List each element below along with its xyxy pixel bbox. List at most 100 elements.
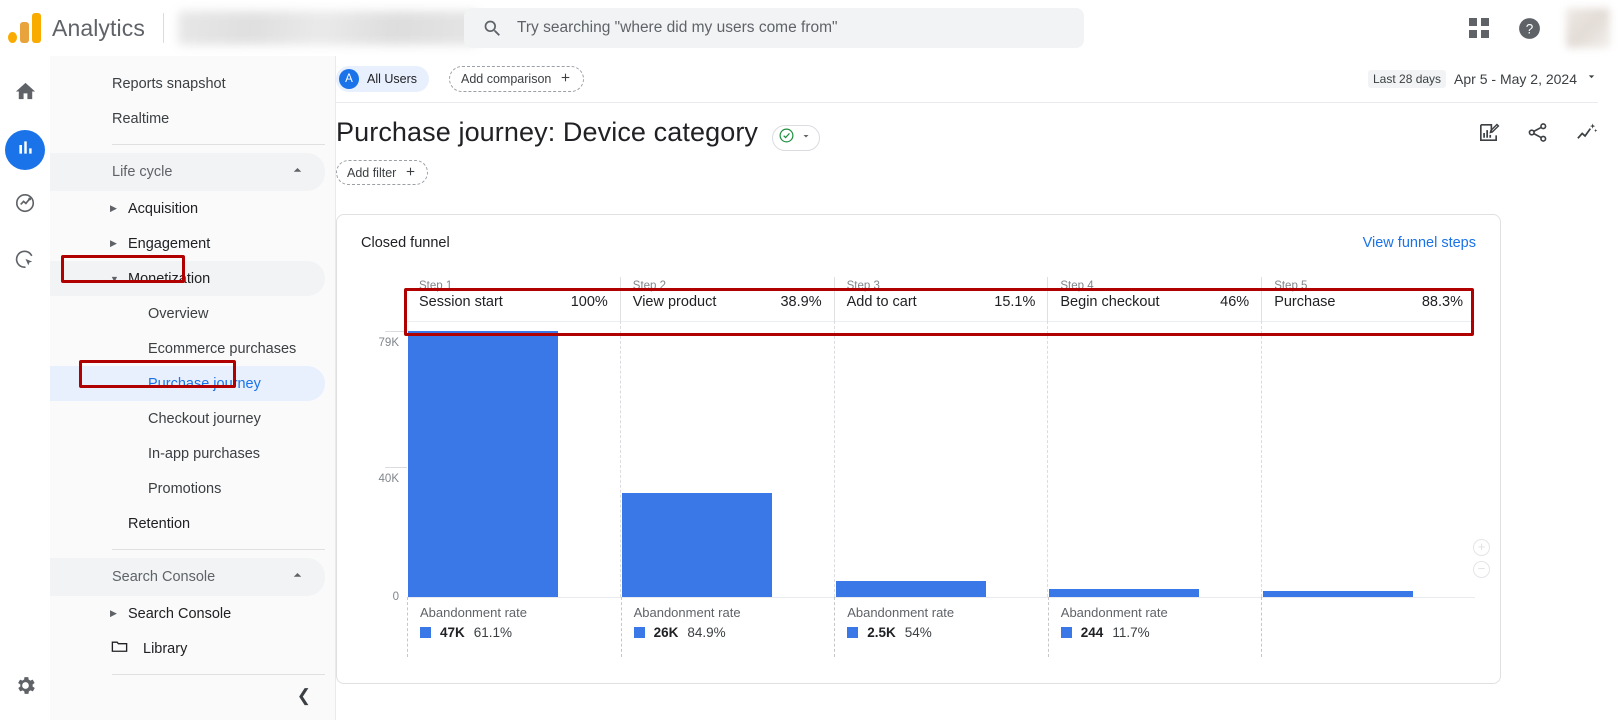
chevron-down-icon — [1585, 70, 1598, 88]
step-number: Step 5 — [1274, 280, 1308, 292]
sidebar-item-overview[interactable]: Overview — [50, 296, 325, 331]
sidebar-item-purchase-journey[interactable]: Purchase journey — [50, 366, 325, 401]
abandonment-cell-3: Abandonment rate 2.5K 54% — [834, 597, 1048, 657]
sidebar-group-retention[interactable]: Retention — [50, 506, 325, 541]
add-filter-label: Add filter — [347, 165, 397, 180]
step-number: Step 1 — [419, 280, 453, 292]
sidebar-item-realtime[interactable]: Realtime — [50, 101, 325, 136]
step-name: Begin checkout — [1060, 294, 1160, 310]
report-actions — [1477, 121, 1598, 149]
sidebar-group-search-console[interactable]: ▶ Search Console — [50, 596, 325, 631]
top-bar: Analytics Try searching "where did my us… — [0, 0, 1620, 56]
sidebar-group-acquisition[interactable]: ▶ Acquisition — [50, 191, 325, 226]
abandonment-users: 26K — [653, 625, 679, 640]
edit-chart-icon[interactable] — [1477, 121, 1500, 149]
triangle-right-icon: ▶ — [110, 238, 117, 248]
analytics-logo-icon — [8, 13, 42, 43]
sidebar-section-search-console[interactable]: Search Console — [50, 558, 325, 596]
chevron-left-icon: ❮ — [296, 686, 311, 705]
insights-icon[interactable] — [1575, 121, 1598, 149]
plus-icon — [404, 165, 417, 181]
bar-series — [407, 321, 1475, 597]
funnel-step-5[interactable]: Step 5 Purchase 88.3% — [1261, 277, 1475, 321]
funnel-step-3[interactable]: Step 3 Add to cart 15.1% — [833, 277, 1048, 321]
sidebar-group-monetization[interactable]: ▼ Monetization — [50, 261, 325, 296]
abandonment-rate: 11.7% — [1112, 625, 1150, 640]
sidebar-group-engagement[interactable]: ▶ Engagement — [50, 226, 325, 261]
bar-view-product[interactable] — [621, 493, 772, 597]
share-icon[interactable] — [1526, 121, 1549, 149]
funnel-type-label: Closed funnel — [361, 235, 450, 251]
sidebar-label: Reports snapshot — [112, 75, 226, 92]
apps-grid-icon[interactable] — [1469, 18, 1489, 38]
sidebar: Reports snapshot Realtime Life cycle ▶ A… — [50, 56, 336, 720]
abandonment-cell-2: Abandonment rate 26K 84.9% — [620, 597, 835, 657]
brand-title: Analytics — [52, 14, 145, 41]
sidebar-section-life-cycle[interactable]: Life cycle — [50, 153, 325, 191]
step-name: Session start — [419, 294, 503, 310]
sidebar-group-label: Search Console — [128, 605, 232, 622]
step-completion-rate: 38.9% — [780, 294, 822, 310]
zoom-out-icon[interactable]: − — [1473, 561, 1490, 578]
funnel-step-1[interactable]: Step 1 Session start 100% — [407, 277, 620, 321]
report-validity-badge[interactable] — [772, 125, 821, 151]
step-completion-rate: 15.1% — [994, 294, 1036, 310]
top-right-actions: ? — [1469, 0, 1610, 56]
abandonment-row: Abandonment rate 47K 61.1% Abandonment r… — [407, 597, 1475, 657]
step-number: Step 4 — [1060, 280, 1094, 292]
bar-session-start[interactable] — [408, 331, 558, 597]
search-bar[interactable]: Try searching "where did my users come f… — [464, 8, 1084, 48]
abandonment-label: Abandonment rate — [420, 605, 527, 620]
y-axis: 79K 40K 0 — [337, 321, 407, 611]
sidebar-item-in-app-purchases[interactable]: In-app purchases — [50, 436, 325, 471]
chevron-up-icon — [290, 568, 305, 587]
sidebar-item-reports-snapshot[interactable]: Reports snapshot — [50, 66, 325, 101]
plus-icon — [559, 71, 572, 87]
abandonment-label: Abandonment rate — [847, 605, 955, 620]
funnel-step-4[interactable]: Step 4 Begin checkout 46% — [1047, 277, 1261, 321]
help-icon[interactable]: ? — [1517, 16, 1542, 41]
sidebar-item-library[interactable]: Library — [50, 631, 335, 666]
funnel-steps-header: Step 1 Session start 100% Step 2 View pr… — [407, 277, 1475, 321]
zoom-in-icon[interactable]: + — [1473, 539, 1490, 556]
rail-item-reports[interactable] — [5, 130, 45, 170]
step-completion-rate: 100% — [570, 294, 608, 310]
search-icon — [482, 18, 503, 39]
step-name: Add to cart — [846, 294, 917, 310]
sidebar-item-ecommerce-purchases[interactable]: Ecommerce purchases — [50, 331, 325, 366]
rail-item-home[interactable] — [5, 74, 45, 114]
date-range-selector[interactable]: Last 28 days Apr 5 - May 2, 2024 — [1368, 70, 1598, 88]
bar-add-to-cart[interactable] — [835, 581, 986, 597]
check-circle-icon — [778, 127, 795, 149]
explore-icon — [14, 192, 37, 220]
funnel-step-2[interactable]: Step 2 View product 38.9% — [619, 277, 834, 321]
sidebar-label: Checkout journey — [148, 410, 261, 427]
rail-item-admin[interactable] — [14, 674, 37, 702]
bar-cell-2 — [619, 321, 834, 597]
icon-rail — [0, 56, 50, 720]
view-funnel-steps-link[interactable]: View funnel steps — [1363, 235, 1476, 251]
comparison-chip-all-users[interactable]: A All Users — [336, 66, 430, 92]
step-name: Purchase — [1274, 294, 1336, 310]
add-filter-button[interactable]: Add filter — [336, 160, 429, 185]
abandonment-rate: 54% — [904, 625, 932, 640]
sidebar-item-promotions[interactable]: Promotions — [50, 471, 325, 506]
rail-item-explore[interactable] — [5, 186, 45, 226]
abandonment-users: 47K — [440, 625, 465, 640]
page-title: Purchase journey: Device category — [336, 117, 759, 147]
add-comparison-button[interactable]: Add comparison — [449, 66, 585, 92]
bar-begin-checkout[interactable] — [1049, 589, 1200, 597]
comparison-label: All Users — [367, 72, 418, 86]
brand-divider — [162, 13, 164, 43]
legend-swatch-icon — [1060, 627, 1072, 638]
sidebar-item-checkout-journey[interactable]: Checkout journey — [50, 401, 325, 436]
property-selector[interactable] — [177, 11, 478, 45]
sidebar-collapse-button[interactable]: ❮ — [297, 686, 311, 706]
folder-icon — [110, 637, 129, 660]
sidebar-divider — [112, 549, 325, 550]
chevron-down-icon — [800, 129, 812, 147]
chevron-up-icon — [290, 163, 305, 182]
rail-item-advertising[interactable] — [5, 242, 45, 282]
advertising-icon — [14, 248, 37, 276]
avatar[interactable] — [1566, 8, 1610, 48]
